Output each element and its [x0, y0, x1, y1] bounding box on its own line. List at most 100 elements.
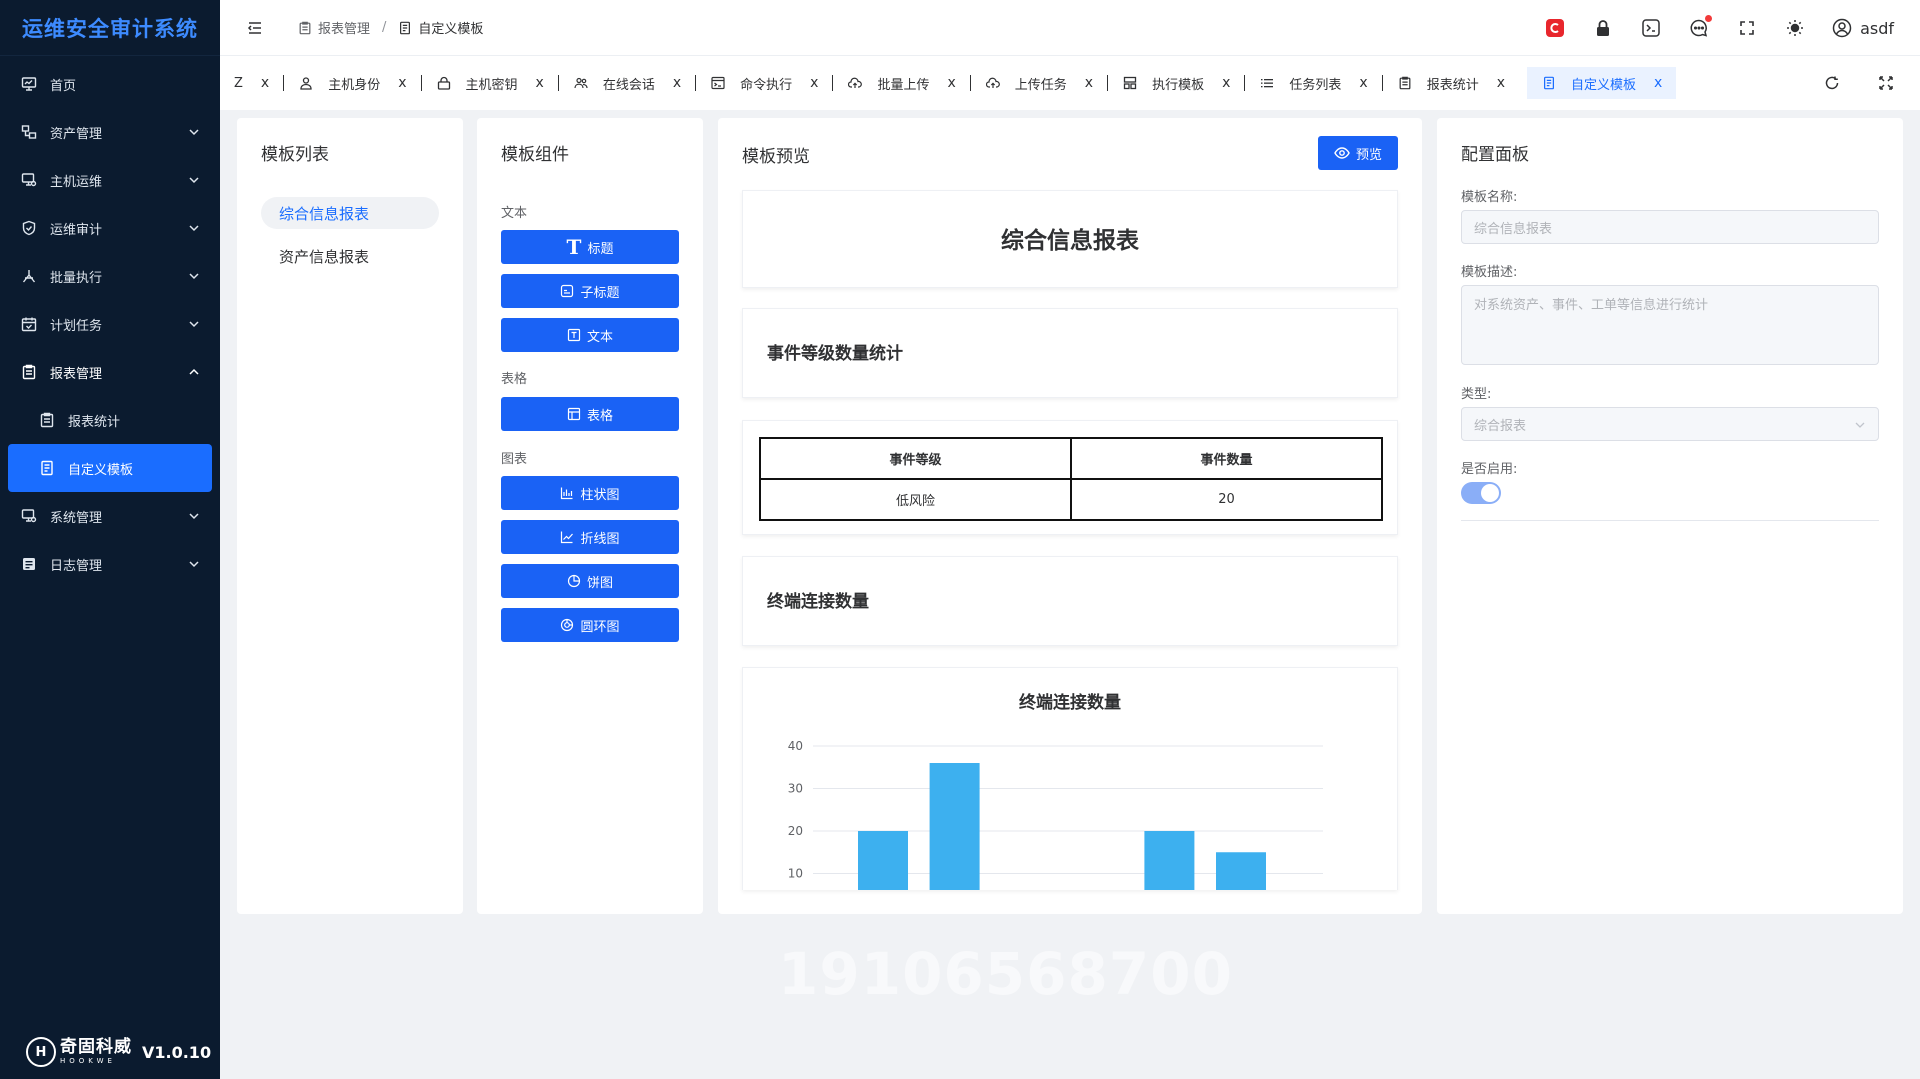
- chart-bar: [1216, 852, 1266, 890]
- chevron-down-icon: [189, 513, 199, 520]
- chart-y-tick-label: 10: [788, 867, 803, 881]
- preview-button[interactable]: 预览: [1318, 136, 1398, 170]
- lock-icon[interactable]: [1592, 17, 1614, 39]
- chevron-up-icon: [189, 368, 199, 375]
- breadcrumb-item-report[interactable]: 报表管理: [298, 18, 370, 37]
- tab-close-icon[interactable]: x: [810, 75, 818, 91]
- sidebar-item-report[interactable]: 报表管理: [0, 348, 220, 396]
- config-panel: 配置面板 模板名称: 综合信息报表 模板描述: 对系统资产、事件、工单等信息进行…: [1437, 118, 1903, 914]
- add-pie-chart-button[interactable]: 饼图: [501, 564, 679, 598]
- dashboard-icon: [20, 75, 38, 93]
- app-logo-red-icon[interactable]: [1544, 17, 1566, 39]
- phone-watermark: 19106568700: [778, 940, 1233, 1008]
- sidebar-footer: H 奇固科威 HOOKWE V1.0.10: [26, 1037, 211, 1067]
- notification-dot: [1705, 15, 1713, 22]
- event-table-card[interactable]: 事件等级 事件数量 低风险 20: [742, 420, 1398, 535]
- expand-icon[interactable]: [1878, 75, 1894, 91]
- report-title-card[interactable]: 综合信息报表: [742, 190, 1398, 288]
- tab-online-session[interactable]: 在线会话 x: [565, 67, 689, 99]
- menu-fold-icon[interactable]: [246, 19, 264, 37]
- template-list-title: 模板列表: [261, 145, 329, 165]
- chevron-down-icon: [189, 273, 199, 280]
- message-icon[interactable]: [1688, 15, 1713, 39]
- user-menu[interactable]: asdf: [1832, 18, 1894, 38]
- tab-truncated[interactable]: Z x: [234, 67, 277, 99]
- template-list-item[interactable]: 资产信息报表: [261, 240, 439, 272]
- tab-command-exec[interactable]: 命令执行 x: [702, 67, 826, 99]
- bar-chart: 10 20 30 40: [788, 739, 1323, 890]
- tab-close-icon[interactable]: x: [947, 75, 955, 91]
- pie-chart-icon: [567, 574, 581, 588]
- tab-close-icon[interactable]: x: [1497, 75, 1505, 91]
- tab-close-icon[interactable]: x: [673, 75, 681, 91]
- sidebar-item-report-stat[interactable]: 报表统计: [0, 396, 220, 444]
- tab-close-icon[interactable]: x: [1359, 75, 1367, 91]
- template-icon: [400, 21, 411, 34]
- report-icon: [20, 363, 38, 381]
- app-title: 运维安全审计系统: [0, 0, 220, 56]
- preview-title: 模板预览: [742, 147, 810, 167]
- batch-icon: [20, 267, 38, 285]
- console-icon: [710, 75, 726, 91]
- group-label-table: 表格: [501, 372, 528, 387]
- tab-task-list[interactable]: 任务列表 x: [1251, 67, 1375, 99]
- chart-bar: [1144, 831, 1195, 890]
- tab-batch-upload[interactable]: 批量上传 x: [839, 67, 963, 99]
- add-title-button[interactable]: T 标题: [501, 230, 679, 264]
- sidebar-item-host[interactable]: 主机运维: [0, 156, 220, 204]
- tabs-bar: Z x 主机身份 x 主机密钥 x 在线会话 x 命令执行 x 批量上传 x 上…: [220, 56, 1920, 110]
- tab-close-icon[interactable]: x: [1085, 75, 1093, 91]
- event-level-table: 事件等级 事件数量 低风险 20: [759, 437, 1383, 521]
- template-desc-textarea[interactable]: 对系统资产、事件、工单等信息进行统计: [1461, 285, 1879, 365]
- section-subtitle-card[interactable]: 终端连接数量: [742, 556, 1398, 646]
- tab-close-icon[interactable]: x: [398, 75, 406, 91]
- sidebar-item-log[interactable]: 日志管理: [0, 540, 220, 588]
- template-type-select[interactable]: 综合报表: [1461, 407, 1879, 441]
- add-donut-chart-button[interactable]: 圆环图: [501, 608, 679, 642]
- tab-exec-template[interactable]: 执行模板 x: [1114, 67, 1238, 99]
- sidebar-item-home[interactable]: 首页: [0, 60, 220, 108]
- company-logo: H: [26, 1037, 56, 1067]
- template-icon: [1541, 75, 1557, 91]
- template-name-input[interactable]: 综合信息报表: [1461, 210, 1879, 244]
- donut-chart-icon: [561, 618, 574, 632]
- fullscreen-icon[interactable]: [1736, 17, 1758, 39]
- add-table-button[interactable]: 表格: [501, 397, 679, 431]
- chevron-down-icon: [189, 321, 199, 328]
- company-logo-text: 奇固科威 HOOKWE: [60, 1037, 132, 1065]
- tab-upload-task[interactable]: 上传任务 x: [977, 67, 1101, 99]
- tab-host-key[interactable]: 主机密钥 x: [428, 67, 552, 99]
- tab-host-identity[interactable]: 主机身份 x: [290, 67, 414, 99]
- theme-sun-icon[interactable]: [1784, 17, 1806, 39]
- text-icon: [567, 328, 581, 342]
- add-line-chart-button[interactable]: 折线图: [501, 520, 679, 554]
- group-label-text: 文本: [501, 206, 528, 221]
- sidebar-item-system[interactable]: 系统管理: [0, 492, 220, 540]
- template-list-item[interactable]: 综合信息报表: [261, 197, 439, 229]
- system-icon: [20, 507, 38, 525]
- add-bar-chart-button[interactable]: 柱状图: [501, 476, 679, 510]
- chevron-down-icon: [1855, 422, 1865, 428]
- add-text-button[interactable]: 文本: [501, 318, 679, 352]
- sidebar-item-batch[interactable]: 批量执行: [0, 252, 220, 300]
- tab-close-icon[interactable]: x: [1222, 75, 1230, 91]
- sidebar-item-schedule[interactable]: 计划任务: [0, 300, 220, 348]
- sidebar-item-custom-template[interactable]: 自定义模板: [8, 444, 212, 492]
- sidebar-item-audit[interactable]: 运维审计: [0, 204, 220, 252]
- chart-y-tick-label: 30: [788, 782, 803, 796]
- breadcrumb-item-template: 自定义模板: [398, 18, 483, 37]
- section-subtitle-card[interactable]: 事件等级数量统计: [742, 308, 1398, 398]
- tab-close-icon[interactable]: x: [536, 75, 544, 91]
- tab-close-icon[interactable]: x: [1654, 75, 1662, 91]
- enabled-switch[interactable]: [1461, 482, 1501, 504]
- tab-custom-template[interactable]: 自定义模板 x: [1527, 67, 1677, 99]
- add-subtitle-button[interactable]: 子标题: [501, 274, 679, 308]
- refresh-icon[interactable]: [1824, 75, 1840, 91]
- tab-report-stat[interactable]: 报表统计 x: [1389, 67, 1513, 99]
- app-version: V1.0.10: [142, 1042, 212, 1062]
- bar-chart-card[interactable]: 终端连接数量 10 20 30 40: [742, 667, 1398, 890]
- terminal-icon[interactable]: [1640, 17, 1662, 39]
- template-components-panel: 模板组件 文本 T 标题 子标题 文本 表格 表格 图表 柱状图 折线图 饼图 圆…: [477, 118, 703, 914]
- sidebar-item-asset[interactable]: 资产管理: [0, 108, 220, 156]
- tab-close-icon[interactable]: x: [261, 75, 269, 91]
